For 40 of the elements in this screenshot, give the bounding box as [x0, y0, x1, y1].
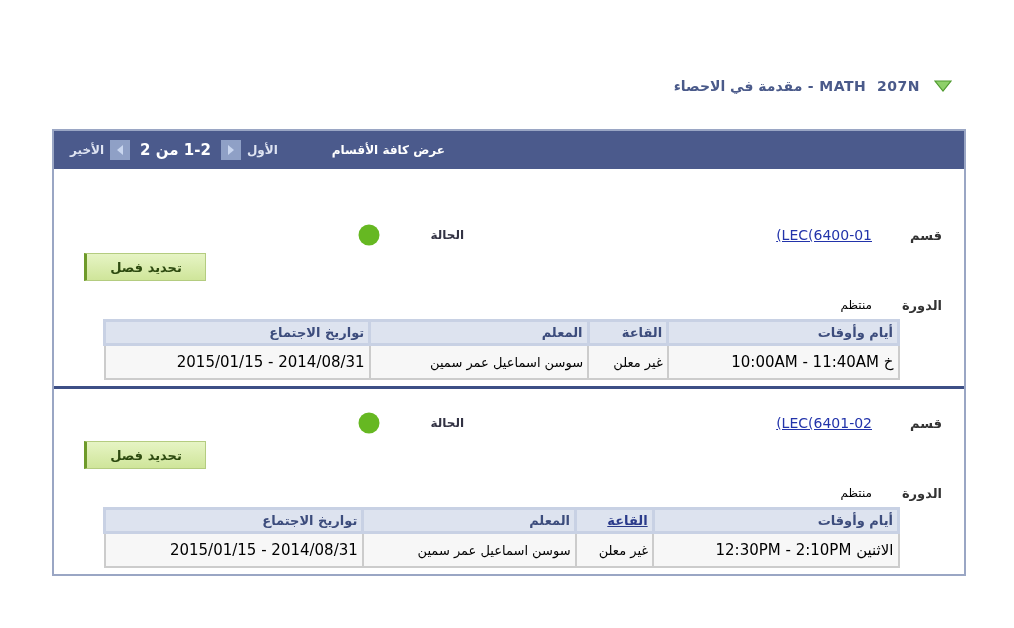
session-label: الدورة [900, 485, 943, 501]
course-title: MATH 207N - مقدمة في الاحصاء [673, 78, 920, 94]
column-header: المعلم [362, 508, 576, 533]
section-link[interactable]: (LEC(6400-01 [742, 227, 872, 243]
status-label: الحالة [429, 416, 464, 430]
section-label: قسم [909, 227, 943, 243]
expand-triangle-icon[interactable] [934, 80, 952, 92]
view-all-link[interactable]: عرض كافة الأقسام [331, 143, 445, 157]
next-button[interactable] [220, 140, 241, 160]
table-cell: سوسن اسماعيل عمر سمين [362, 532, 576, 567]
left-triangle-icon [116, 145, 125, 155]
column-header: القاعة [588, 320, 668, 345]
previous-button[interactable] [110, 140, 131, 160]
table-cell: 2014/08/31 - 2015/01/15 [104, 532, 363, 567]
first-link[interactable]: الأول [246, 143, 278, 157]
table-cell: خ 10:00AM - 11:40AM [667, 344, 899, 379]
table-cell: غير معلن [588, 344, 668, 379]
column-header: تواريخ الاجتماع [104, 508, 363, 533]
column-header: أيام وأوقات [667, 320, 899, 345]
session-value: منتظم [840, 486, 872, 500]
select-class-button[interactable]: تحديد فصل [84, 441, 206, 469]
status-dot-icon [358, 412, 380, 434]
column-header: المعلم [369, 320, 589, 345]
column-header[interactable]: القاعة [575, 508, 654, 533]
section-link[interactable]: (LEC(6401-02 [742, 415, 872, 431]
last-link[interactable]: الأخير [70, 143, 105, 157]
section-label: قسم [909, 415, 943, 431]
column-header: أيام وأوقات [653, 508, 899, 533]
table-cell: الاثنين 12:30PM - 2:10PM [653, 532, 899, 567]
status-label: الحالة [429, 228, 464, 242]
column-header: تواريخ الاجتماع [104, 320, 370, 345]
session-label: الدورة [900, 297, 943, 313]
page-range: 1-2 من 2 [140, 141, 211, 159]
table-cell: سوسن اسماعيل عمر سمين [369, 344, 589, 379]
right-triangle-icon [226, 145, 235, 155]
session-value: منتظم [840, 298, 872, 312]
status-dot-icon [358, 224, 380, 246]
table-cell: 2014/08/31 - 2015/01/15 [104, 344, 370, 379]
table-cell: غير معلن [575, 532, 654, 567]
select-class-button[interactable]: تحديد فصل [84, 253, 206, 281]
